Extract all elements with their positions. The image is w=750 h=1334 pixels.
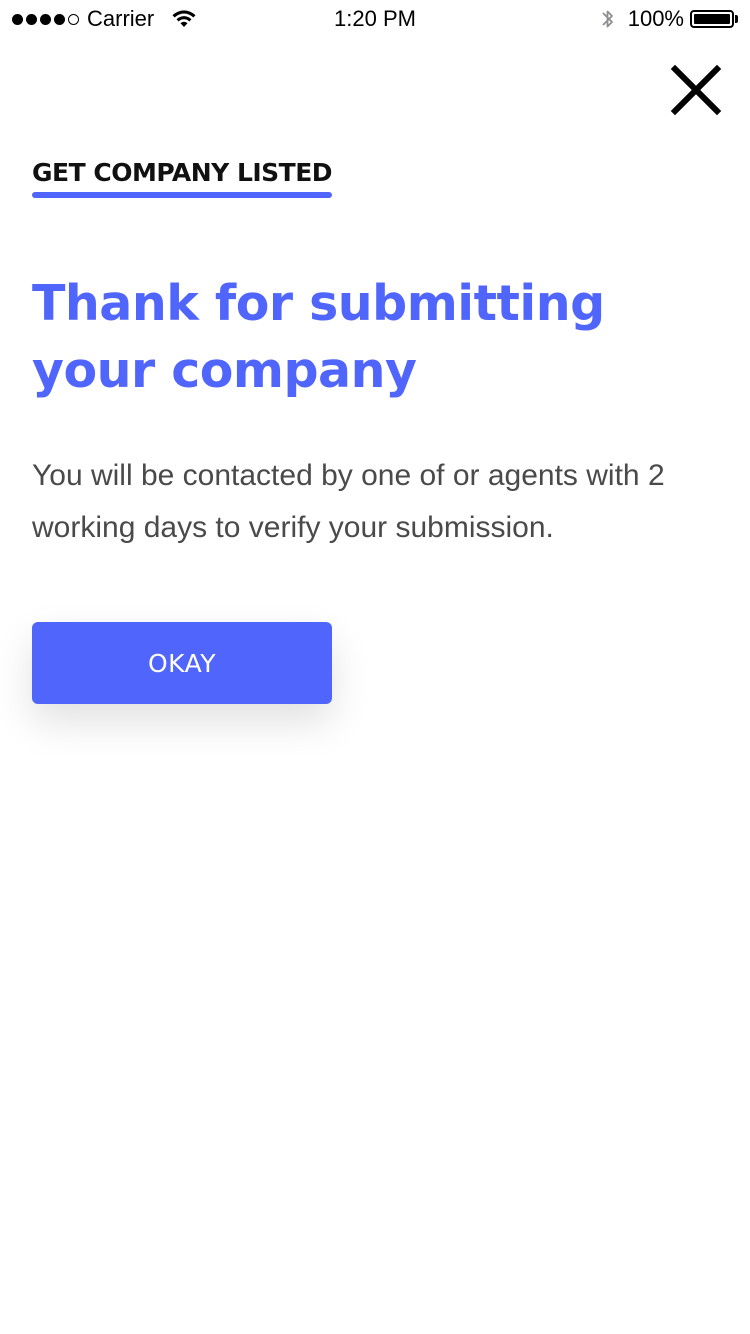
section-label: GET COMPANY LISTED	[32, 158, 333, 187]
confirmation-message: You will be contacted by one of or agent…	[32, 459, 665, 544]
status-bar: Carrier 1:20 PM 100%	[0, 0, 750, 40]
okay-button[interactable]: OKAY	[32, 622, 332, 704]
battery-percentage: 100%	[627, 6, 684, 31]
battery-tip	[735, 15, 738, 23]
bluetooth-icon	[602, 10, 613, 28]
status-right: 100%	[600, 6, 738, 32]
close-button[interactable]	[668, 62, 724, 118]
battery-icon	[690, 10, 734, 28]
close-icon	[670, 64, 722, 116]
page-title: Thank for submitting your company	[32, 275, 605, 399]
battery-fill	[694, 14, 730, 24]
section-underline	[32, 192, 333, 198]
section-label-group: GET COMPANY LISTED	[32, 156, 333, 198]
